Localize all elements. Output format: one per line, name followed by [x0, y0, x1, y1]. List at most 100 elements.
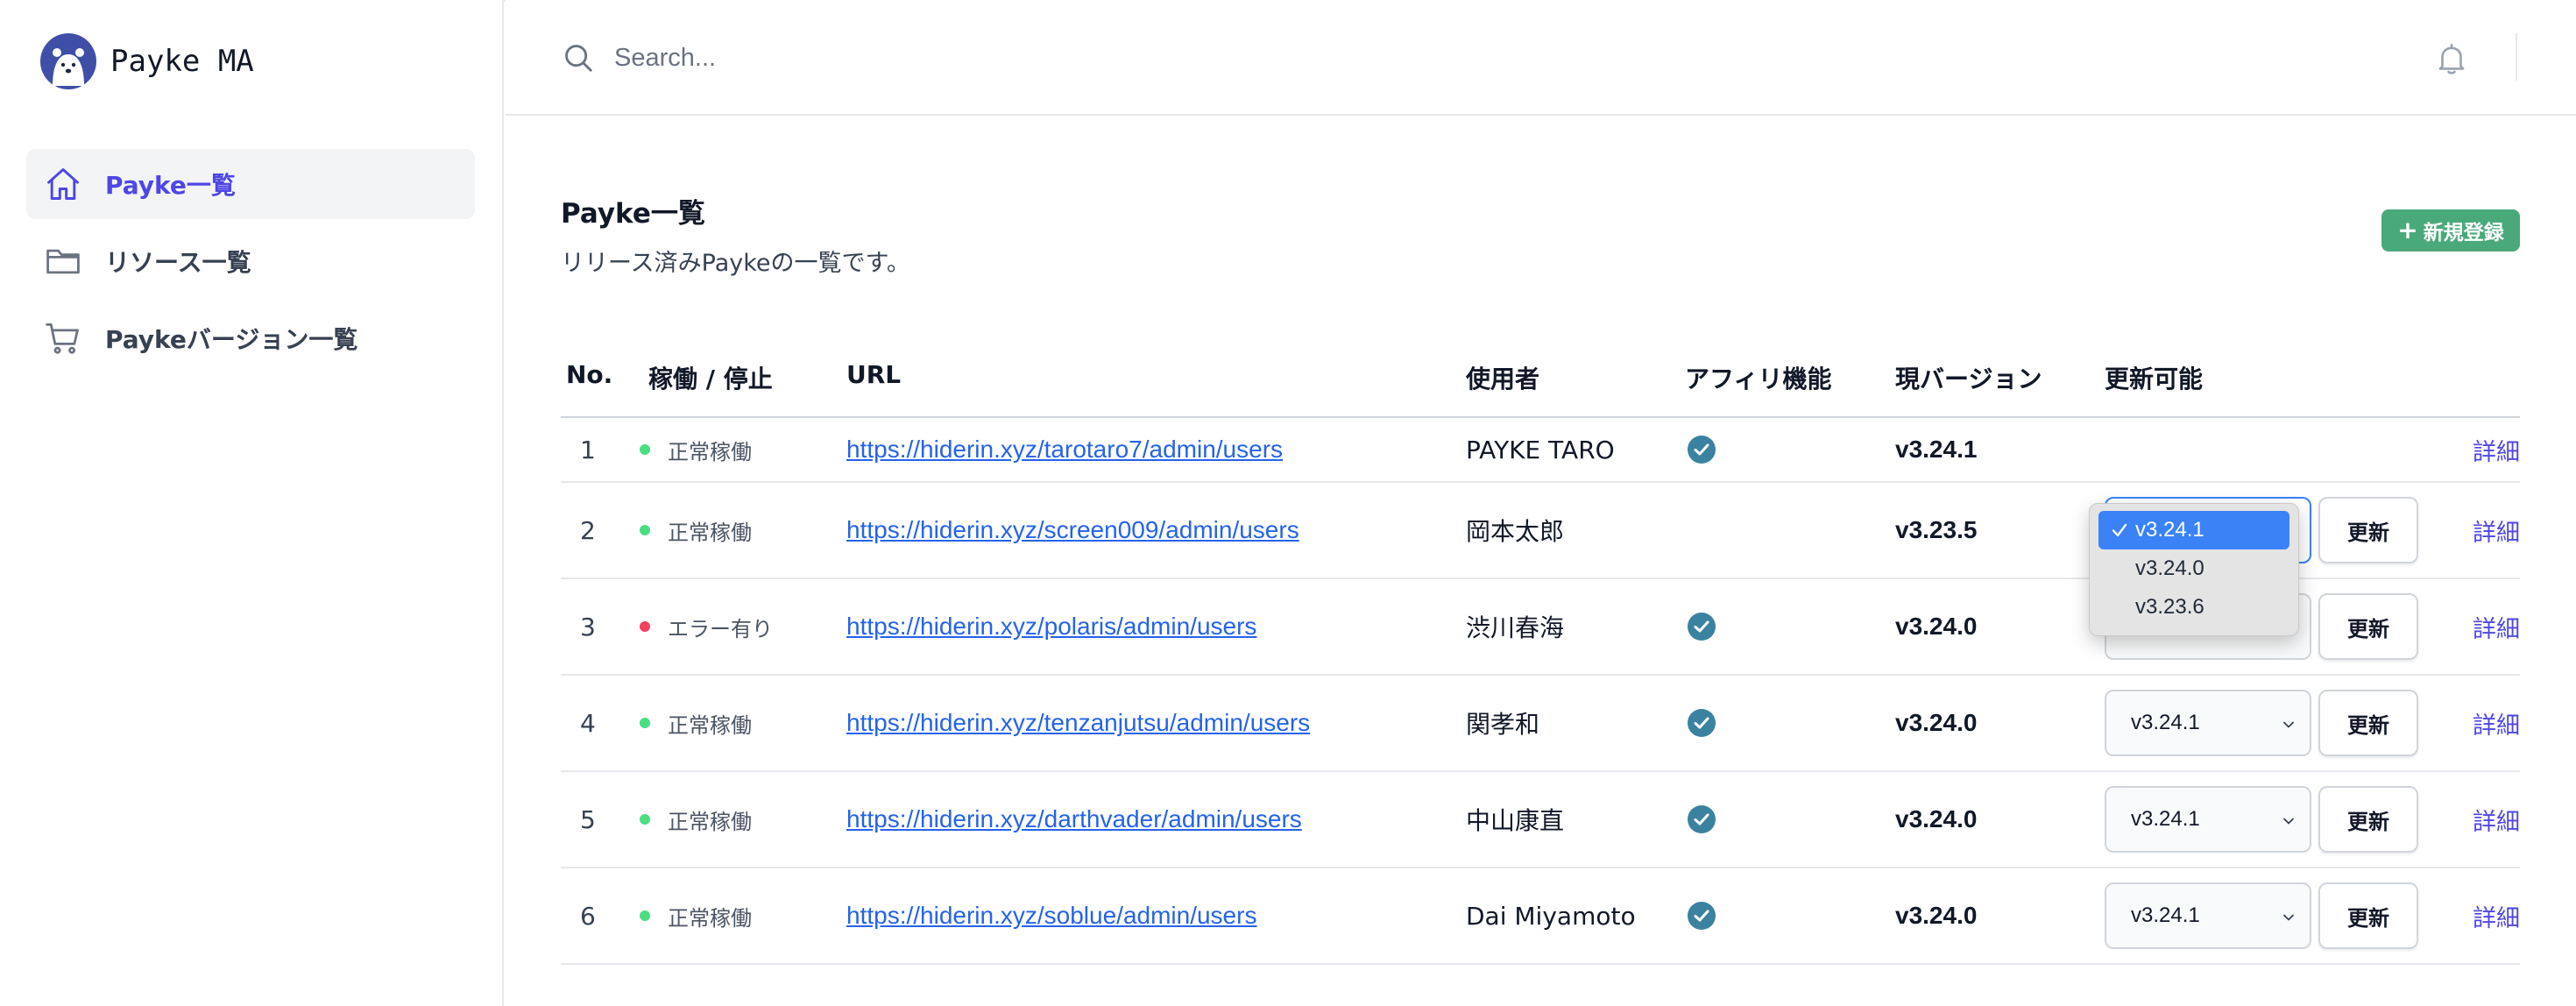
user-name: Dai Miyamoto [1466, 901, 1636, 931]
payke-url-link[interactable]: https://hiderin.xyz/polaris/admin/users [846, 613, 1256, 641]
version-select-cell: v3.24.1 [2105, 868, 2311, 963]
folder-icon [46, 249, 80, 274]
table-row: 1 正常稼働 https://hiderin.xyz/tarotaro7/admin… [561, 418, 2520, 483]
status-dot-icon [640, 444, 650, 455]
detail-link[interactable]: 詳細 [2473, 418, 2520, 481]
sidebar-item-resource-list[interactable]: リソース一覧 [26, 226, 475, 296]
payke-url-link[interactable]: https://hiderin.xyz/soblue/admin/users [846, 902, 1256, 930]
version-select[interactable]: v3.24.1 [2105, 690, 2311, 756]
status-dot-icon [640, 621, 650, 632]
app-name: Payke MA [110, 44, 254, 79]
version-select[interactable]: v3.24.1 [2105, 882, 2311, 949]
search-icon [565, 45, 592, 72]
current-version: v3.23.5 [1895, 516, 1978, 543]
url-cell: https://hiderin.xyz/tenzanjutsu/admin/us… [846, 676, 1310, 770]
payke-url-link[interactable]: https://hiderin.xyz/tenzanjutsu/admin/us… [846, 709, 1310, 737]
chevron-down-icon [2283, 914, 2294, 921]
sidebar-item-label: Paykeバージョン一覧 [105, 325, 358, 354]
url-cell: https://hiderin.xyz/darthvader/admin/use… [846, 772, 1302, 867]
column-header-user: 使用者 [1466, 365, 1540, 393]
detail-link[interactable]: 詳細 [2473, 676, 2520, 770]
check-circle-icon [1688, 902, 1716, 930]
bell-icon[interactable] [2433, 40, 2470, 77]
check-circle-icon [1688, 709, 1716, 737]
version-select[interactable]: v3.24.1 [2105, 786, 2311, 853]
check-circle-icon [1688, 613, 1716, 641]
status-label: エラー有り [668, 616, 773, 641]
search-input[interactable] [614, 32, 1928, 84]
dropdown-option[interactable]: v3.24.1 [2098, 511, 2289, 549]
dropdown-option[interactable]: v3.24.0 [2098, 549, 2289, 588]
detail-link[interactable]: 詳細 [2473, 483, 2520, 577]
update-button[interactable]: 更新 [2318, 690, 2418, 756]
table-body: 1 正常稼働 https://hiderin.xyz/tarotaro7/admin… [561, 418, 2520, 965]
row-number: 1 [580, 435, 596, 464]
update-button[interactable]: 更新 [2318, 497, 2418, 563]
user-name: 渋川春海 [1466, 613, 1565, 642]
check-circle-icon [1688, 436, 1716, 464]
status-label: 正常稼働 [668, 905, 752, 931]
affiliate-cell [1687, 676, 1716, 770]
new-registration-label: 新規登録 [2423, 222, 2504, 244]
payke-url-link[interactable]: https://hiderin.xyz/screen009/admin/user… [846, 516, 1299, 544]
sidebar-item-payke-versions[interactable]: Paykeバージョン一覧 [26, 303, 475, 373]
chevron-down-icon [2283, 818, 2294, 825]
affiliate-cell [1687, 868, 1716, 963]
update-button-cell: 更新 [2318, 579, 2418, 674]
status-label: 正常稼働 [668, 439, 752, 464]
check-circle-icon [1688, 805, 1716, 833]
chevron-down-icon [2283, 721, 2294, 728]
version-select-value: v3.24.1 [2131, 711, 2200, 734]
detail-link[interactable]: 詳細 [2473, 772, 2520, 867]
sidebar-item-label: Payke一覧 [105, 171, 236, 200]
update-button-cell: 更新 [2318, 772, 2418, 867]
update-button[interactable]: 更新 [2318, 882, 2418, 949]
column-header-affiliate: アフィリ機能 [1685, 365, 1832, 393]
table-row: 5 正常稼働 https://hiderin.xyz/darthvader/admi… [561, 772, 2520, 868]
sidebar-item-payke-list[interactable]: Payke一覧 [26, 149, 475, 219]
column-header-url: URL [846, 360, 902, 389]
sidebar-nav: Payke一覧 リソース一覧 Paykeバージョン一覧 [26, 149, 475, 380]
user-name: 中山康直 [1466, 806, 1565, 835]
page-title: Payke一覧 [561, 198, 705, 230]
url-cell: https://hiderin.xyz/tarotaro7/admin/user… [846, 418, 1283, 481]
current-version: v3.24.0 [1895, 613, 1978, 640]
app-logo[interactable]: Payke MA [40, 33, 254, 89]
user-name: 岡本太郎 [1466, 517, 1565, 546]
top-header [506, 0, 2576, 116]
detail-link[interactable]: 詳細 [2473, 868, 2520, 963]
status-cell: 正常稼働 [640, 483, 752, 577]
column-header-version: 現バージョン [1895, 365, 2042, 393]
status-cell: 正常稼働 [640, 868, 752, 963]
column-header-updatable: 更新可能 [2105, 365, 2204, 393]
status-cell: 正常稼働 [640, 676, 752, 770]
version-select-value: v3.24.1 [2131, 807, 2200, 831]
plus-icon: + [2397, 216, 2418, 244]
dropdown-option[interactable]: v3.23.6 [2098, 588, 2289, 627]
current-version: v3.24.0 [1895, 709, 1978, 736]
detail-link[interactable]: 詳細 [2473, 579, 2520, 674]
update-button-cell: 更新 [2318, 483, 2418, 577]
update-button-cell: 更新 [2318, 868, 2418, 963]
url-cell: https://hiderin.xyz/polaris/admin/users [846, 579, 1256, 674]
status-dot-icon [640, 525, 650, 535]
new-registration-button[interactable]: + 新規登録 [2381, 209, 2520, 252]
status-dot-icon [640, 814, 650, 825]
affiliate-cell [1687, 772, 1716, 867]
status-cell: エラー有り [640, 579, 773, 674]
payke-url-link[interactable]: https://hiderin.xyz/tarotaro7/admin/user… [846, 436, 1283, 464]
current-version: v3.24.1 [1895, 436, 1978, 463]
version-dropdown-menu: v3.24.1 v3.24.0 v3.23.6 [2089, 503, 2299, 636]
row-number: 5 [580, 804, 596, 834]
row-number: 2 [580, 515, 596, 545]
url-cell: https://hiderin.xyz/soblue/admin/users [846, 868, 1256, 963]
status-label: 正常稼働 [668, 712, 752, 738]
update-button-cell: 更新 [2318, 676, 2418, 770]
update-button[interactable]: 更新 [2318, 786, 2418, 853]
row-number: 6 [580, 901, 596, 931]
payke-url-link[interactable]: https://hiderin.xyz/darthvader/admin/use… [846, 805, 1302, 833]
header-divider [2516, 33, 2517, 81]
sidebar-item-label: リソース一覧 [105, 248, 251, 277]
payke-table: No. 稼働 / 停止 URL 使用者 アフィリ機能 現バージョン 更新可能 1… [561, 346, 2520, 965]
update-button[interactable]: 更新 [2318, 593, 2418, 660]
